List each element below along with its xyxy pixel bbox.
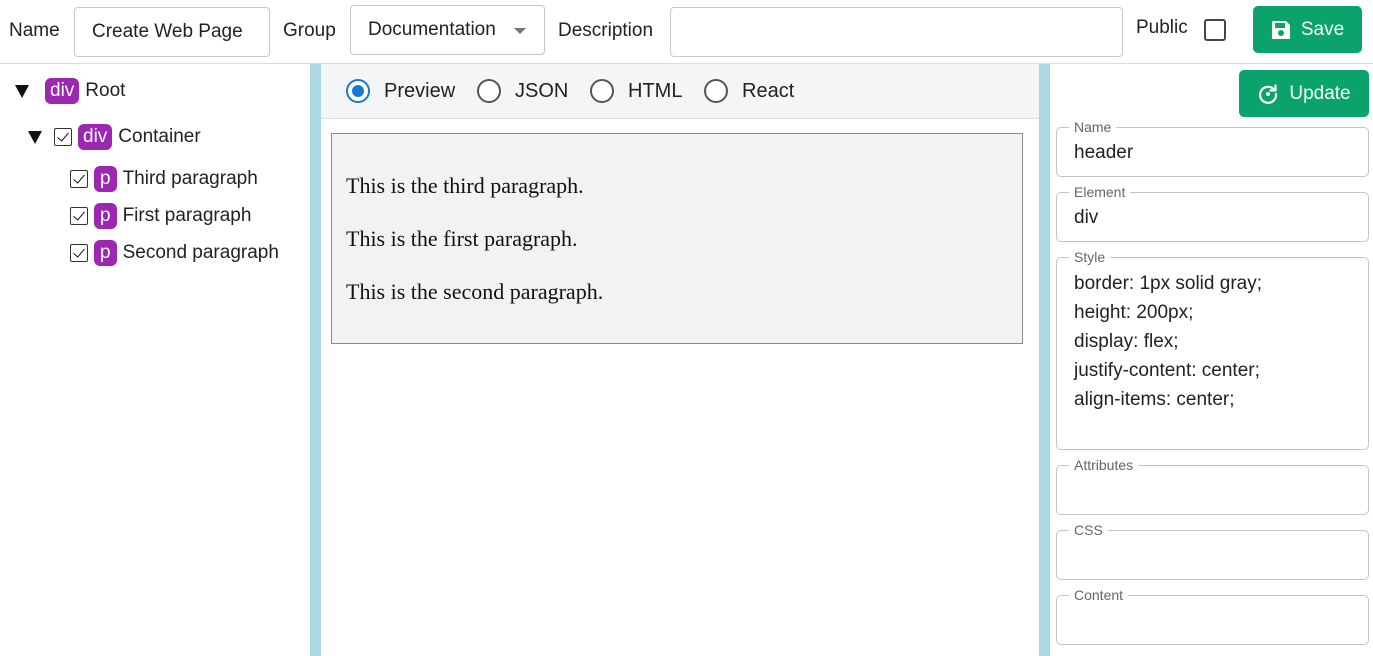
expand-triangle-icon[interactable] [28,130,42,144]
tree-node-label: Root [85,80,126,101]
radio-json[interactable]: JSON [477,79,568,103]
resize-handle-right[interactable] [1039,64,1050,656]
floppy-disk-icon [1271,20,1290,39]
content-field[interactable]: Content [1056,587,1369,645]
resize-handle-left[interactable] [310,64,321,656]
preview-paragraph: This is the first paragraph. [346,226,578,251]
tag-badge: p [94,203,117,229]
radio-circle[interactable] [477,79,501,103]
group-select-value: Documentation [368,19,496,40]
field-value: div [1074,207,1099,228]
style-line: align-items: center; [1074,389,1235,410]
css-field[interactable]: CSS [1056,522,1369,580]
tree-node-first-paragraph[interactable]: p First paragraph [70,203,251,229]
field-label: Content [1069,587,1129,603]
field-label: Style [1069,249,1111,265]
preview-paragraph: This is the second paragraph. [346,279,604,304]
preview-paragraph: This is the third paragraph. [346,173,584,198]
tree-node-label: Second paragraph [122,242,279,263]
save-button[interactable]: Save [1253,6,1362,53]
field-label: Attributes [1069,457,1139,473]
tree-node-label: First paragraph [122,205,252,226]
save-button-label: Save [1300,18,1345,40]
style-line: height: 200px; [1074,302,1194,323]
name-field[interactable]: Name header [1056,119,1369,177]
tree-node-checkbox[interactable] [70,207,88,225]
style-line: border: 1px solid gray; [1074,273,1262,294]
tag-badge: div [45,78,80,104]
tag-badge: p [94,166,117,192]
field-value: header [1074,142,1134,163]
tree-node-checkbox[interactable] [54,128,72,146]
name-label: Name [9,20,60,41]
expand-triangle-icon[interactable] [15,84,29,98]
style-line: display: flex; [1074,331,1179,352]
chevron-down-icon [514,28,526,34]
tree-node-label: Third paragraph [122,168,258,189]
toolbar: Name Create Web Page Group Documentation… [0,0,1373,64]
description-label: Description [558,20,654,41]
tree-node-checkbox[interactable] [70,244,88,262]
update-button-label: Update [1289,82,1351,104]
name-input[interactable]: Create Web Page [74,7,270,57]
style-field[interactable]: Style border: 1px solid gray; height: 20… [1056,249,1369,450]
tree-node-container[interactable]: div Container [28,124,201,150]
public-checkbox[interactable] [1204,19,1226,41]
tree-node-checkbox[interactable] [70,170,88,188]
view-mode-bar: Preview JSON HTML React [321,64,1039,119]
group-select[interactable]: Documentation [350,5,545,55]
update-button[interactable]: Update [1239,70,1369,117]
radio-html[interactable]: HTML [590,79,682,103]
style-lines: border: 1px solid gray; height: 200px; d… [1074,269,1262,414]
style-line: justify-content: center; [1074,360,1260,381]
refresh-icon [1259,83,1278,104]
properties-panel: Update Name header Element div Style bor… [1050,64,1373,656]
tag-badge: div [78,124,113,150]
radio-circle[interactable] [590,79,614,103]
radio-label: React [742,79,795,102]
description-input[interactable] [670,7,1123,57]
radio-label: JSON [515,79,569,102]
tree-node-root[interactable]: div Root [15,78,125,104]
tree-node-second-paragraph[interactable]: p Second paragraph [70,240,279,266]
group-label: Group [283,20,336,41]
radio-circle[interactable] [704,79,728,103]
tag-badge: p [94,240,117,266]
preview-area: This is the third paragraph. This is the… [331,133,1023,344]
radio-react[interactable]: React [704,79,794,103]
radio-label: HTML [628,79,683,102]
element-tree: div Root div Container p Third paragraph… [0,64,310,656]
field-label: Element [1069,184,1131,200]
field-label: Name [1069,119,1117,135]
radio-label: Preview [384,79,456,102]
main-panel: Preview JSON HTML React This is the thir… [321,64,1039,656]
tree-node-label: Container [118,126,201,147]
radio-preview[interactable]: Preview [346,79,455,103]
element-field[interactable]: Element div [1056,184,1369,242]
tree-node-third-paragraph[interactable]: p Third paragraph [70,166,258,192]
public-label: Public [1136,17,1188,38]
radio-circle-selected[interactable] [346,79,370,103]
field-label: CSS [1069,522,1108,538]
attributes-field[interactable]: Attributes [1056,457,1369,515]
